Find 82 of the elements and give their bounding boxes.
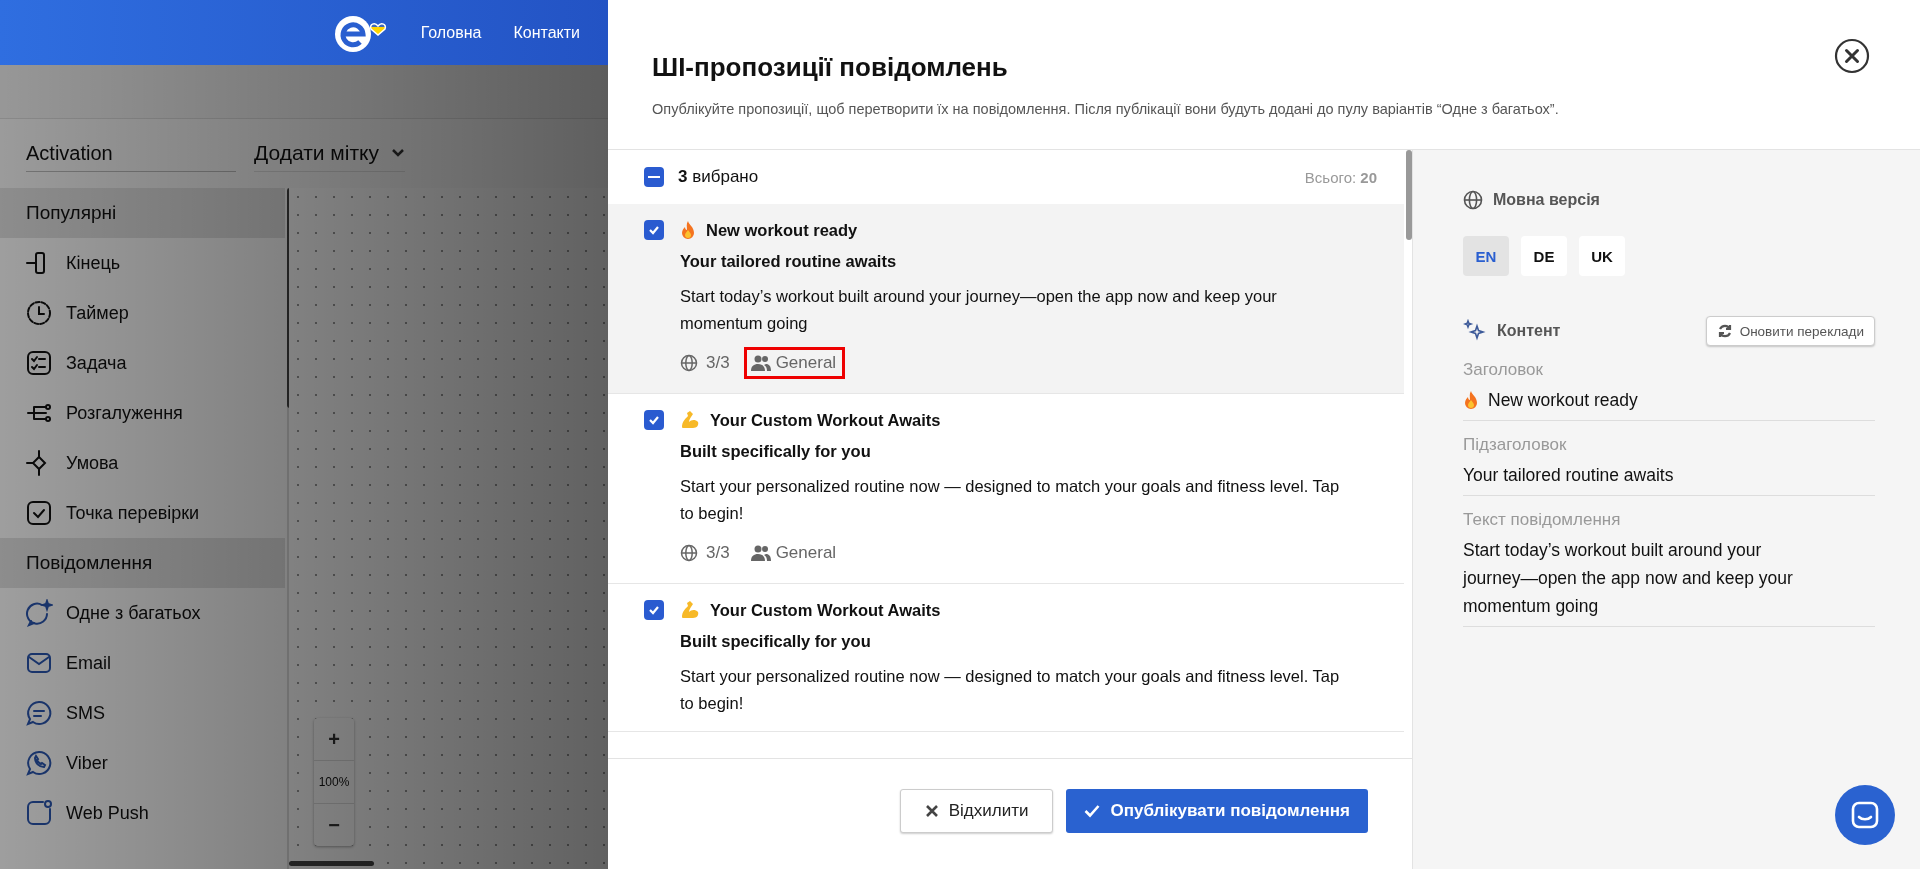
zoom-level: 100% — [314, 760, 354, 804]
checkbox[interactable] — [644, 220, 664, 240]
selected-count: 3 вибрано — [678, 167, 759, 187]
name-field[interactable]: Activation — [26, 135, 236, 172]
segment-tag: General — [743, 347, 846, 379]
language-tab[interactable]: DE — [1521, 236, 1567, 276]
refresh-icon — [1716, 323, 1733, 339]
users-icon — [750, 544, 771, 562]
flexed-arm-icon — [680, 600, 700, 620]
publish-button[interactable]: Опублікувати повідомлення — [1066, 789, 1368, 833]
locale-count: 3/3 — [706, 543, 730, 563]
refresh-translations-button[interactable]: Оновити переклади — [1705, 316, 1875, 346]
section-title: Мовна версія — [1493, 191, 1600, 209]
scrollbar[interactable] — [1406, 150, 1412, 240]
select-all-checkbox[interactable] — [644, 167, 664, 187]
field-label: Підзаголовок — [1463, 435, 1568, 455]
suggestion-subtitle: Your tailored routine awaits — [680, 252, 898, 271]
sidebar-item[interactable]: Розгалуження — [0, 388, 275, 438]
suggestion-title: Your Custom Workout Awaits — [710, 410, 941, 430]
close-icon[interactable] — [1834, 38, 1870, 74]
checkmark-icon — [1084, 804, 1101, 818]
language-tab[interactable]: UK — [1579, 236, 1625, 276]
sidebar-item[interactable]: Одне з багатьох — [0, 588, 275, 638]
field-value: New workout ready — [1488, 389, 1638, 412]
sidebar-item[interactable]: Email — [0, 638, 275, 688]
checklist-icon — [25, 349, 53, 377]
chat-bubble-icon — [25, 699, 53, 727]
chat-icon — [1850, 800, 1880, 830]
dialog-title: ШІ-пропозиції повідомлень — [652, 52, 1008, 83]
suggestion-title: New workout ready — [706, 220, 858, 240]
total-count: Всього: 20 — [1304, 168, 1377, 186]
field-label: Текст повідомлення — [1463, 510, 1622, 530]
section-header: Популярні — [0, 188, 285, 238]
locale-count: 3/3 — [706, 353, 730, 373]
segment-tag: General — [743, 537, 846, 569]
suggestion-card[interactable]: Your Custom Workout Awaits Built specifically for you Start your personalized routine now — designed to match your goals and fitness level. Tap to begin! 3/3 General — [608, 394, 1404, 584]
zoom-in-button[interactable]: + — [314, 718, 354, 760]
sidebar-item[interactable]: Кінець — [0, 238, 275, 288]
globe-icon — [680, 354, 698, 372]
tag-dropdown[interactable]: Додати мітку — [254, 135, 405, 172]
close-icon — [924, 804, 939, 818]
flame-icon — [1463, 390, 1479, 410]
section-title: Контент — [1497, 322, 1561, 340]
sidebar-item[interactable]: Viber — [0, 738, 275, 788]
suggestion-subtitle: Built specifically for you — [680, 442, 872, 461]
globe-icon — [1463, 190, 1483, 210]
globe-icon — [680, 544, 698, 562]
sidebar-item[interactable]: SMS — [0, 688, 275, 738]
suggestion-body: Start today’s workout built around your journey—open the app now and keep your momentum going — [680, 286, 1278, 334]
nav-link[interactable]: Контакти — [513, 23, 580, 42]
scrollbar[interactable] — [289, 861, 374, 866]
suggestion-card[interactable]: New workout ready Your tailored routine awaits Start today’s workout built around your journey—open the app now and keep your momentum going 3/3 General — [608, 204, 1404, 394]
suggestion-subtitle: Built specifically for you — [680, 632, 872, 651]
users-icon — [750, 354, 771, 372]
sparkle-chat-icon — [25, 599, 53, 627]
check-square-icon — [25, 499, 53, 527]
notification-square-icon — [25, 799, 53, 827]
sidebar-item[interactable]: Задача — [0, 338, 275, 388]
chevron-down-icon — [391, 148, 405, 158]
reject-button[interactable]: Відхилити — [899, 789, 1054, 833]
suggestion-body: Start your personalized routine now — designed to match your goals and fitness level. Tap to begin! — [680, 666, 1340, 714]
phone-bubble-icon — [25, 749, 53, 777]
field-value: Your tailored routine awaits — [1463, 464, 1674, 487]
section-header: Повідомлення — [0, 538, 285, 588]
checkbox[interactable] — [644, 410, 664, 430]
suggestion-body: Start your personalized routine now — designed to match your goals and fitness level. Tap to begin! — [680, 476, 1340, 524]
checkbox[interactable] — [644, 600, 664, 620]
field-label: Заголовок — [1463, 360, 1544, 380]
field-value: Start today’s workout built around your journey—open the app now and keep your momentum going — [1463, 539, 1794, 618]
sidebar-item[interactable]: Умова — [0, 438, 275, 488]
nav-link[interactable]: Головна — [420, 23, 482, 42]
suggestion-card[interactable]: Your Custom Workout Awaits Built specifically for you Start your personalized routine now — designed to match your goals and fitness level. Tap to begin! — [608, 584, 1404, 732]
sidebar-item[interactable]: Web Push — [0, 788, 275, 838]
flexed-arm-icon — [680, 410, 700, 430]
language-tab[interactable]: EN — [1463, 236, 1509, 276]
suggestion-title: Your Custom Workout Awaits — [710, 600, 941, 620]
sidebar-item[interactable]: Точка перевірки — [0, 488, 275, 538]
dialog-subtitle: Опублікуйте пропозиції, щоб перетворити їх на повідомлення. Після публікації вони будуть додані до пулу варіантів “Одне з багатьох”. — [652, 101, 1560, 117]
timer-icon — [25, 299, 53, 327]
zoom-out-button[interactable]: − — [314, 804, 354, 846]
flame-icon — [680, 220, 696, 240]
sidebar-item[interactable]: Таймер — [0, 288, 275, 338]
